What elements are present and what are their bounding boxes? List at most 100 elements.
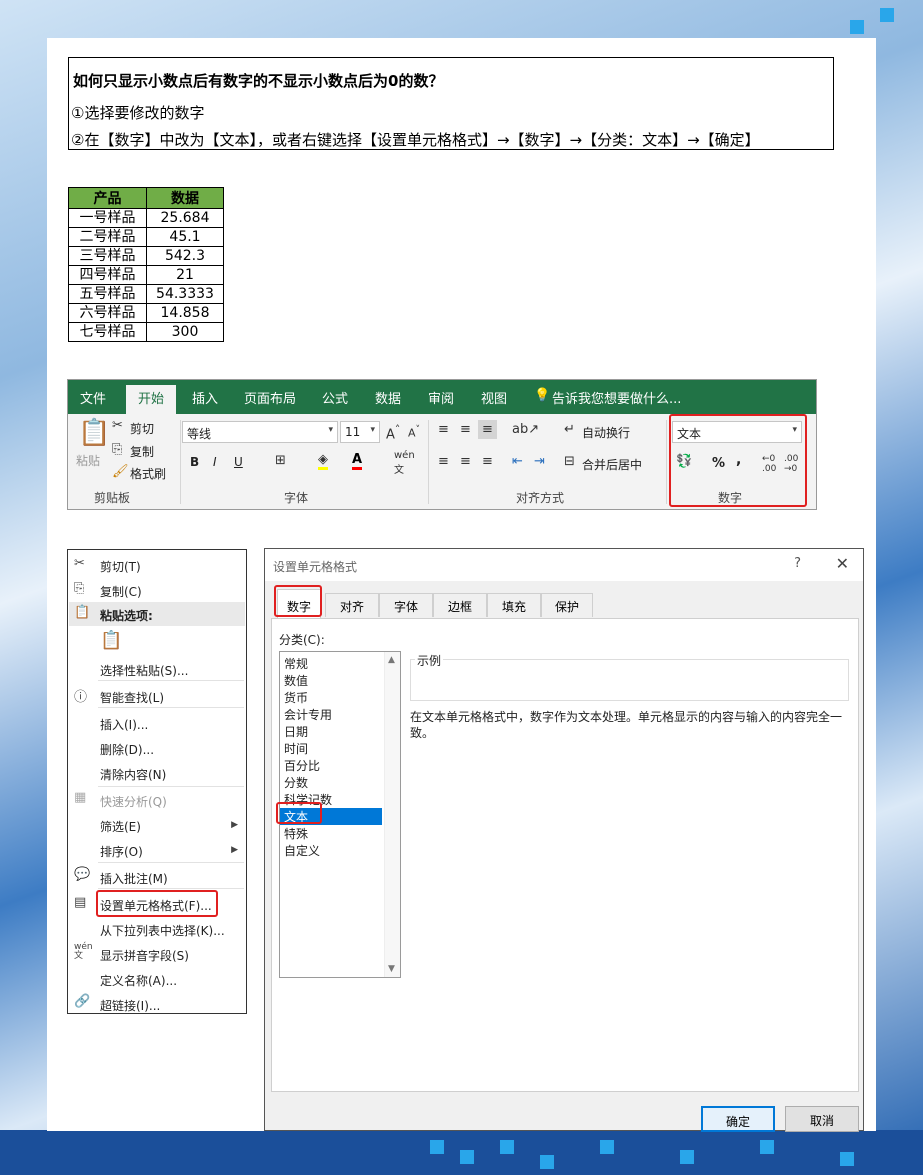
menu-item-paste-special[interactable]: 选择性粘贴(S)... bbox=[100, 662, 188, 679]
align-right-icon[interactable]: ≡ bbox=[482, 454, 493, 469]
fill-color-icon[interactable]: ◈ bbox=[318, 452, 328, 470]
bold-button[interactable]: B bbox=[190, 455, 199, 469]
value-cell[interactable]: 14.858 bbox=[146, 303, 224, 323]
font-name-combo[interactable]: 等线 ▾ bbox=[182, 421, 338, 443]
value-cell[interactable]: 21 bbox=[146, 265, 224, 285]
menu-item-insert-comment[interactable]: 插入批注(M) bbox=[100, 870, 168, 887]
value-cell[interactable]: 300 bbox=[146, 322, 224, 342]
underline-button[interactable]: U bbox=[234, 455, 243, 469]
product-cell[interactable]: 六号样品 bbox=[68, 303, 147, 323]
product-cell[interactable]: 二号样品 bbox=[68, 227, 147, 247]
background-square bbox=[760, 1140, 774, 1154]
border-icon[interactable]: ⊞ bbox=[275, 453, 286, 468]
chevron-right-icon: ▶ bbox=[231, 845, 238, 855]
shrink-font-icon[interactable]: A˅ bbox=[408, 424, 420, 440]
product-cell[interactable]: 一号样品 bbox=[68, 208, 147, 228]
scroll-up-icon[interactable]: ▲ bbox=[388, 655, 395, 665]
list-item[interactable]: 会计专用 bbox=[284, 706, 332, 723]
list-item[interactable]: 数值 bbox=[284, 672, 308, 689]
product-cell[interactable]: 七号样品 bbox=[68, 322, 147, 342]
value-cell[interactable]: 25.684 bbox=[146, 208, 224, 228]
merge-center-button[interactable]: 合并后居中 bbox=[582, 456, 642, 473]
decrease-indent-icon[interactable]: ⇤ bbox=[512, 454, 523, 469]
tell-me-search[interactable]: 告诉我您想要做什么... bbox=[552, 388, 681, 407]
list-item[interactable]: 货币 bbox=[284, 689, 308, 706]
menu-item-pick-from-list[interactable]: 从下拉列表中选择(K)... bbox=[100, 922, 225, 939]
column-header-product[interactable]: 产品 bbox=[68, 187, 147, 209]
scroll-down-icon[interactable]: ▼ bbox=[388, 964, 395, 974]
format-painter-icon: 🖌 bbox=[112, 464, 129, 479]
phonetic-icon[interactable]: wén 文 bbox=[394, 450, 415, 476]
menu-item-define-name[interactable]: 定义名称(A)... bbox=[100, 972, 177, 989]
menu-item-clear-contents[interactable]: 清除内容(N) bbox=[100, 766, 166, 783]
paste-icon[interactable]: 📋 bbox=[78, 418, 110, 448]
font-color-icon[interactable]: A bbox=[352, 452, 363, 470]
background-square bbox=[430, 1140, 444, 1154]
tab-view[interactable]: 视图 bbox=[481, 388, 507, 407]
tab-data[interactable]: 数据 bbox=[375, 388, 401, 407]
ok-button[interactable]: 确定 bbox=[701, 1106, 775, 1132]
italic-button[interactable]: I bbox=[213, 455, 217, 469]
value-cell[interactable]: 54.3333 bbox=[146, 284, 224, 304]
list-item[interactable]: 分数 bbox=[284, 774, 308, 791]
tab-protection[interactable]: 保护 bbox=[541, 593, 593, 617]
tab-file[interactable]: 文件 bbox=[80, 388, 106, 407]
align-center-icon[interactable]: ≡ bbox=[460, 454, 471, 469]
product-cell[interactable]: 三号样品 bbox=[68, 246, 147, 266]
wrap-text-button[interactable]: 自动换行 bbox=[582, 424, 630, 441]
tab-formulas[interactable]: 公式 bbox=[322, 388, 348, 407]
tab-alignment[interactable]: 对齐 bbox=[325, 593, 379, 617]
tab-insert[interactable]: 插入 bbox=[192, 388, 218, 407]
menu-item-insert[interactable]: 插入(I)... bbox=[100, 716, 148, 733]
orientation-icon[interactable]: ab↗ bbox=[512, 422, 539, 437]
list-item[interactable]: 时间 bbox=[284, 740, 308, 757]
align-top-icon[interactable]: ≡ bbox=[438, 422, 449, 437]
paste-options-header bbox=[69, 602, 245, 626]
group-divider bbox=[180, 420, 181, 504]
menu-item-show-phonetic[interactable]: 显示拼音字段(S) bbox=[100, 947, 189, 964]
table-row: 三号样品 542.3 bbox=[68, 246, 224, 266]
menu-item-filter[interactable]: 筛选(E) bbox=[100, 818, 141, 835]
format-painter-button[interactable]: 格式刷 bbox=[130, 465, 166, 482]
menu-item-sort[interactable]: 排序(O) bbox=[100, 843, 143, 860]
list-item[interactable]: 常规 bbox=[284, 655, 308, 672]
align-middle-icon[interactable]: ≡ bbox=[460, 422, 471, 437]
list-item[interactable]: 特殊 bbox=[284, 825, 308, 842]
help-button[interactable]: ? bbox=[794, 556, 801, 571]
increase-indent-icon[interactable]: ⇥ bbox=[534, 454, 545, 469]
align-bottom-icon[interactable]: ≡ bbox=[478, 420, 497, 439]
menu-item-hyperlink[interactable]: 超链接(I)... bbox=[100, 997, 160, 1014]
cancel-button[interactable]: 取消 bbox=[785, 1106, 859, 1132]
list-item[interactable]: 自定义 bbox=[284, 842, 320, 859]
quick-analysis-icon: ▦ bbox=[74, 790, 87, 805]
tab-font[interactable]: 字体 bbox=[379, 593, 433, 617]
menu-item-cut[interactable]: 剪切(T) bbox=[100, 558, 141, 575]
menu-item-smart-lookup[interactable]: 智能查找(L) bbox=[100, 689, 164, 706]
list-item[interactable]: 百分比 bbox=[284, 757, 320, 774]
list-scrollbar[interactable]: ▲ ▼ bbox=[384, 652, 400, 977]
copy-icon: ⎘ bbox=[74, 581, 85, 596]
product-cell[interactable]: 五号样品 bbox=[68, 284, 147, 304]
close-button[interactable]: ✕ bbox=[836, 554, 849, 573]
tab-fill[interactable]: 填充 bbox=[487, 593, 541, 617]
align-left-icon[interactable]: ≡ bbox=[438, 454, 449, 469]
value-cell[interactable]: 45.1 bbox=[146, 227, 224, 247]
grow-font-icon[interactable]: A˄ bbox=[386, 423, 400, 442]
paste-button[interactable]: 粘贴 bbox=[76, 452, 100, 469]
paste-option-icon[interactable]: 📋 bbox=[100, 630, 122, 651]
tab-page-layout[interactable]: 页面布局 bbox=[244, 388, 296, 407]
list-item[interactable]: 日期 bbox=[284, 723, 308, 740]
column-header-data[interactable]: 数据 bbox=[146, 187, 224, 209]
tab-home[interactable]: 开始 bbox=[126, 385, 177, 414]
cut-button[interactable]: 剪切 bbox=[130, 420, 154, 437]
font-size-combo[interactable]: 11 ▾ bbox=[340, 421, 380, 443]
tab-review[interactable]: 审阅 bbox=[428, 388, 454, 407]
instruction-step-1: ①选择要修改的数字 bbox=[71, 104, 205, 122]
menu-item-copy[interactable]: 复制(C) bbox=[100, 583, 142, 600]
copy-button[interactable]: 复制 bbox=[130, 443, 154, 460]
value-cell[interactable]: 542.3 bbox=[146, 246, 224, 266]
menu-item-delete[interactable]: 删除(D)... bbox=[100, 741, 154, 758]
product-cell[interactable]: 四号样品 bbox=[68, 265, 147, 285]
tab-border[interactable]: 边框 bbox=[433, 593, 487, 617]
group-divider bbox=[428, 420, 429, 504]
